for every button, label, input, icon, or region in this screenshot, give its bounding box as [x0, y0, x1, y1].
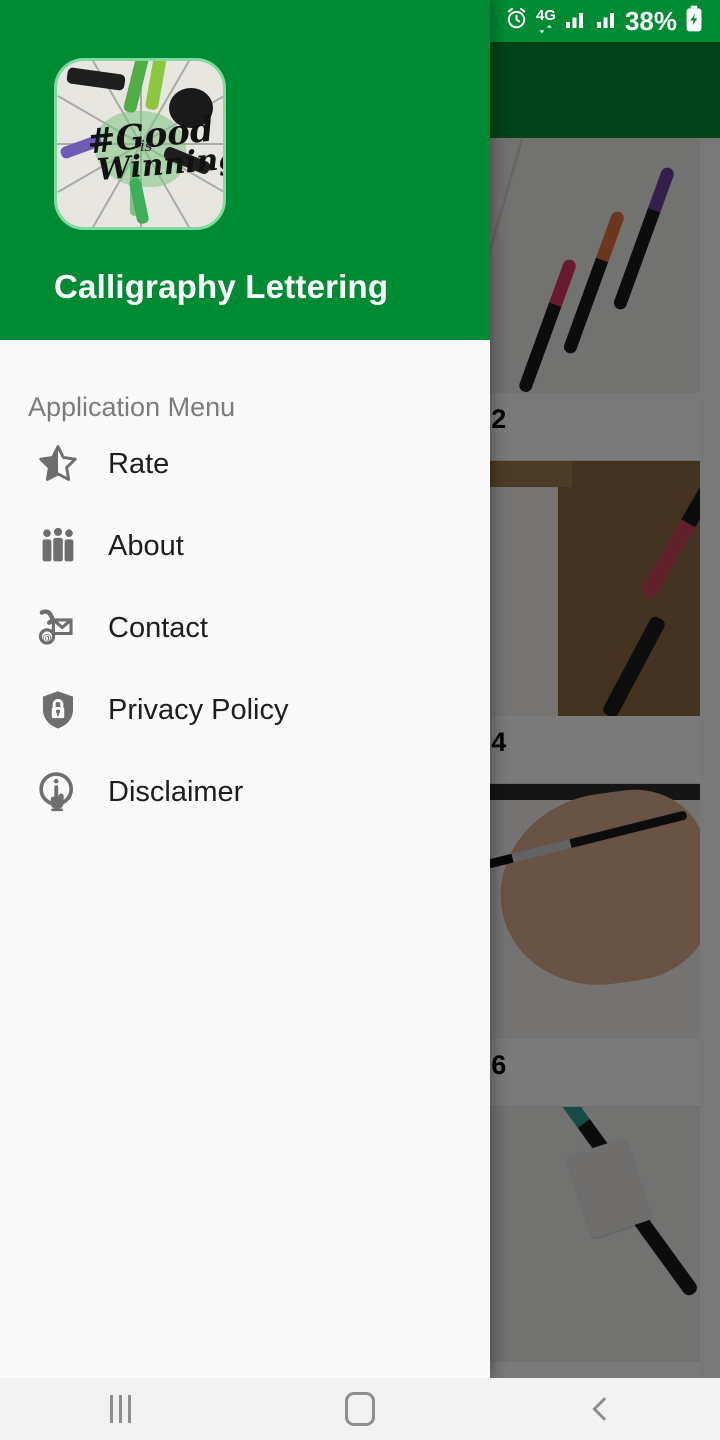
menu-item-privacy-policy[interactable]: Privacy Policy	[0, 669, 490, 751]
signal-bars-icon	[563, 8, 587, 35]
menu-item-rate[interactable]: Rate	[0, 423, 490, 505]
recents-icon	[109, 1395, 113, 1423]
menu-section-title: Application Menu	[28, 392, 236, 422]
menu-item-disclaimer[interactable]: Disclaimer	[0, 751, 490, 833]
recents-icon	[127, 1395, 131, 1423]
nav-home-button[interactable]	[300, 1378, 420, 1440]
menu-item-label: Disclaimer	[108, 775, 244, 808]
system-navigation-bar	[0, 1378, 720, 1440]
shield-lock-icon	[34, 686, 82, 734]
info-circle-hand-icon	[34, 768, 82, 816]
menu-item-label: About	[108, 529, 184, 562]
navigation-drawer: #Good is Winning Calligraphy Lettering A…	[0, 0, 490, 1378]
recents-icon	[118, 1395, 122, 1423]
menu-item-about[interactable]: About	[0, 505, 490, 587]
app-title: Calligraphy Lettering	[54, 268, 389, 305]
battery-percent-label: 38%	[624, 5, 677, 36]
nav-back-button[interactable]	[540, 1378, 660, 1440]
menu-item-label: Rate	[108, 447, 170, 480]
battery-charging-icon	[684, 5, 704, 37]
star-half-icon	[34, 440, 82, 488]
people-group-icon	[34, 522, 82, 570]
drawer-header: #Good is Winning Calligraphy Lettering	[0, 0, 490, 340]
alarm-icon	[504, 6, 529, 36]
data-transfer-icon: 4G	[536, 8, 556, 35]
back-chevron-icon	[592, 1397, 606, 1421]
home-icon	[345, 1392, 375, 1426]
menu-item-contact[interactable]: @ Contact	[0, 587, 490, 669]
menu-item-label: Contact	[108, 611, 208, 644]
phone-envelope-at-icon: @	[34, 604, 82, 652]
menu-item-label: Privacy Policy	[108, 693, 289, 726]
svg-text:@: @	[42, 633, 52, 644]
network-type-label: 4G	[535, 6, 556, 24]
signal-bars-icon	[594, 8, 618, 35]
app-icon: #Good is Winning	[54, 58, 226, 230]
nav-recents-button[interactable]	[60, 1378, 180, 1440]
